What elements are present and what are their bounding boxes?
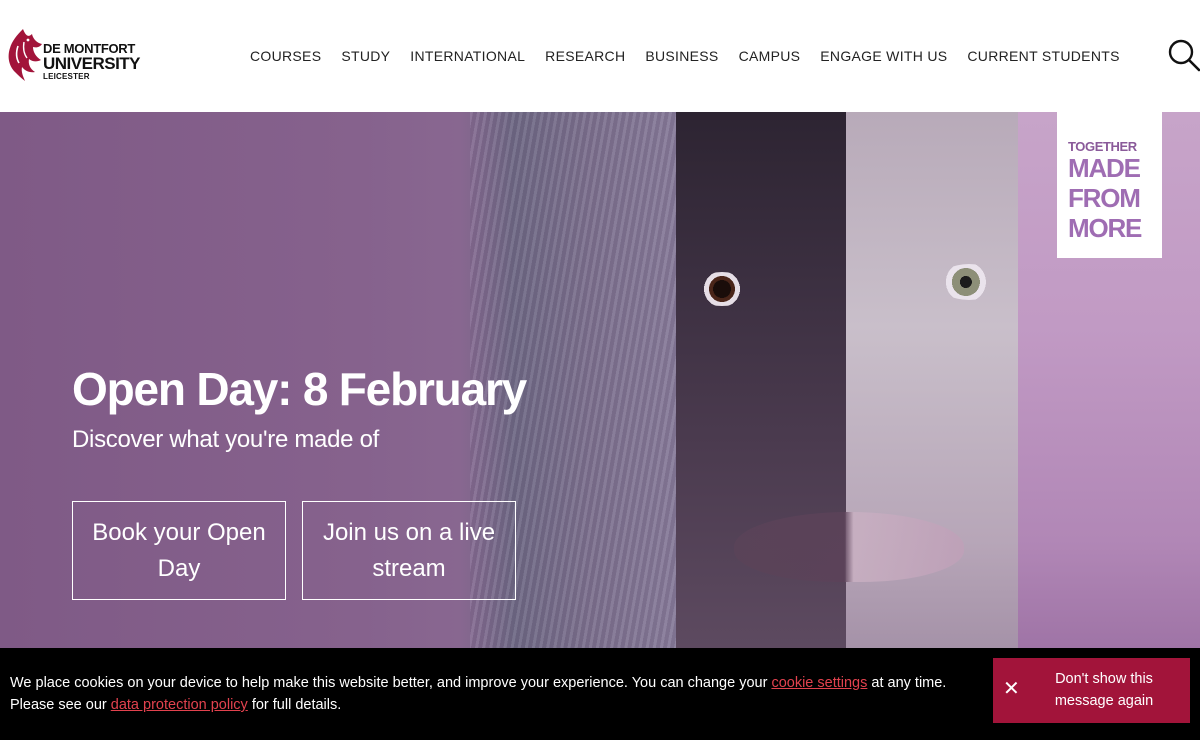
campaign-badge: TOGETHER MADE FROM MORE	[1057, 112, 1162, 258]
eye-left	[694, 272, 750, 306]
nav-item-study[interactable]: STUDY	[341, 48, 390, 64]
logo-wordmark: DE MONTFORT UNIVERSITY LEICESTER	[43, 42, 141, 81]
nav-item-international[interactable]: INTERNATIONAL	[410, 48, 525, 64]
hero-subtitle: Discover what you're made of	[72, 426, 379, 453]
nav-item-current-students[interactable]: CURRENT STUDENTS	[967, 48, 1119, 64]
search-icon	[1168, 39, 1200, 72]
live-stream-button[interactable]: Join us on a live stream	[302, 501, 516, 600]
hero-banner: TOGETHER MADE FROM MORE Open Day: 8 Febr…	[0, 112, 1200, 648]
lips	[734, 512, 964, 582]
cookie-text-1: We place cookies on your device to help …	[10, 675, 772, 691]
main-nav: COURSES STUDY INTERNATIONAL RESEARCH BUS…	[250, 48, 1140, 64]
nav-item-business[interactable]: BUSINESS	[645, 48, 718, 64]
cookie-settings-link[interactable]: cookie settings	[771, 675, 867, 691]
dismiss-cookie-button[interactable]: ✕ Don't show this message again	[993, 658, 1190, 723]
cookie-message: We place cookies on your device to help …	[10, 672, 985, 716]
badge-line-1: TOGETHER	[1068, 139, 1137, 154]
book-open-day-button[interactable]: Book your Open Day	[72, 501, 286, 600]
university-logo[interactable]: DE MONTFORT UNIVERSITY LEICESTER	[4, 26, 146, 84]
cookie-text-3: for full details.	[247, 697, 342, 713]
nav-item-courses[interactable]: COURSES	[250, 48, 321, 64]
badge-line-3: FROM	[1068, 183, 1141, 213]
close-icon: ✕	[1003, 678, 1020, 700]
search-button[interactable]	[1166, 38, 1200, 72]
eye-right	[938, 264, 1000, 300]
nav-item-research[interactable]: RESEARCH	[545, 48, 625, 64]
logo-line-3: LEICESTER	[43, 72, 90, 81]
nav-item-campus[interactable]: CAMPUS	[739, 48, 801, 64]
nav-item-engage-with-us[interactable]: ENGAGE WITH US	[820, 48, 947, 64]
dismiss-label: Don't show this message again	[1054, 671, 1154, 709]
data-protection-link[interactable]: data protection policy	[111, 697, 248, 713]
site-header: DE MONTFORT UNIVERSITY LEICESTER COURSES…	[0, 0, 1200, 112]
cookie-banner: We place cookies on your device to help …	[0, 648, 1200, 740]
badge-line-4: MORE	[1068, 213, 1142, 243]
logo-line-2: UNIVERSITY	[43, 54, 141, 73]
lion-crest-icon	[8, 29, 42, 81]
hero-title: Open Day: 8 February	[72, 363, 527, 415]
badge-line-2: MADE	[1068, 153, 1141, 183]
